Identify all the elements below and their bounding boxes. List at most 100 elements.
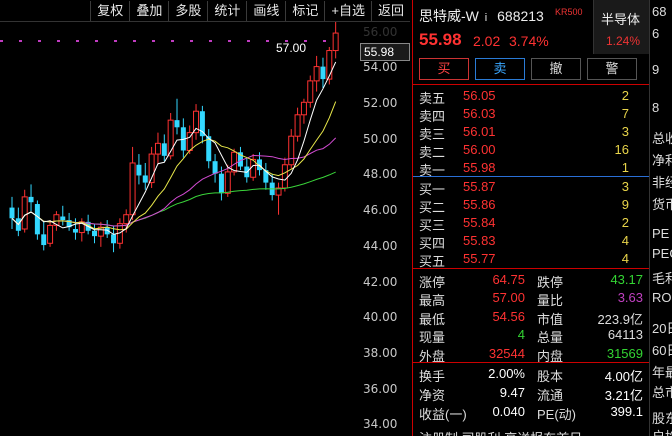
fundamental-cell: 净资 9.47 xyxy=(419,385,525,403)
stat-cell: 市值 223.9亿 xyxy=(537,311,643,327)
level-label: 买一 xyxy=(419,182,446,197)
kline-chart[interactable]: 56.00 54.00 52.00 50.00 48.00 46.00 44.00 42.00… xyxy=(0,22,410,436)
level-label: 买三 xyxy=(419,218,446,233)
toolbar-button-mark[interactable]: 标记 xyxy=(285,0,324,21)
fundamental-cell: 流通 3.21亿 xyxy=(537,388,643,403)
candle xyxy=(275,182,282,215)
side-strip-label: 非经 xyxy=(652,175,672,190)
price-tick-label: 44.00 xyxy=(363,238,398,253)
stat-cell: 最低 54.56 xyxy=(419,308,525,327)
toolbar-button-draw-line[interactable]: 画线 xyxy=(246,0,285,21)
level-price: 55.77 xyxy=(463,251,496,266)
level-price: 55.83 xyxy=(463,233,496,248)
candle xyxy=(142,162,148,190)
ask-row[interactable]: 卖四 56.03 7 xyxy=(419,106,645,124)
side-strip-label: 货币 xyxy=(652,197,672,212)
side-strip-label: PE xyxy=(652,226,670,241)
side-strip-label: 总收 xyxy=(652,131,672,146)
current-price-tag: 55.98 xyxy=(360,43,410,61)
level-volume: 4 xyxy=(621,251,629,266)
side-strip-label: 股东 xyxy=(652,411,672,426)
candle xyxy=(60,205,66,226)
candle xyxy=(193,104,200,140)
side-strip-label: 60日 xyxy=(652,343,672,358)
kline-canvas[interactable] xyxy=(0,22,360,436)
toolbar-button-fuquan[interactable]: 复权 xyxy=(90,0,129,21)
sector-name: 半导体 xyxy=(601,12,641,27)
sector-box[interactable]: 半导体 1.24% xyxy=(593,0,649,54)
last-price: 55.98 xyxy=(419,30,462,49)
price-tick-label: 42.00 xyxy=(363,274,398,289)
stat-cell: 外盘 32544 xyxy=(419,345,525,364)
price-alert-button[interactable]: 警 xyxy=(587,58,637,80)
bid-row[interactable]: 买五 55.77 4 xyxy=(419,251,645,269)
candle xyxy=(263,162,269,190)
level-price: 56.05 xyxy=(463,88,496,103)
ask-row[interactable]: 卖一 55.98 1 xyxy=(419,160,645,178)
level-volume: 2 xyxy=(621,215,629,230)
stock-title: 思特威-W i 688213 xyxy=(419,6,544,26)
candle xyxy=(129,146,136,221)
buy-button[interactable]: 买 xyxy=(419,58,469,80)
price-tick-label: 36.00 xyxy=(363,381,398,396)
ask-row[interactable]: 卖三 56.01 3 xyxy=(419,124,645,142)
candle xyxy=(231,148,238,176)
price-tick-label: 56.00 xyxy=(363,24,398,39)
candle xyxy=(34,200,40,240)
ask-row[interactable]: 卖五 56.05 2 xyxy=(419,88,645,106)
side-strip-label: ROE xyxy=(652,290,672,305)
stock-code: 688213 xyxy=(497,8,544,24)
candle xyxy=(313,55,320,92)
bid-row[interactable]: 买四 55.83 4 xyxy=(419,233,645,251)
candle xyxy=(174,98,180,135)
fundamental-cell: 收益(一) 0.040 xyxy=(419,404,525,422)
toolbar-button-back[interactable]: 返回 xyxy=(370,0,410,21)
divider xyxy=(413,362,649,363)
candle xyxy=(9,196,15,229)
fundamental-cell: 换手 2.00% xyxy=(419,366,525,384)
stat-cell: 总量 64113 xyxy=(537,327,643,346)
bid-row[interactable]: 买一 55.87 3 xyxy=(419,179,645,197)
toolbar-button-statistics[interactable]: 统计 xyxy=(207,0,246,21)
fundamental-cell: 股本 4.00亿 xyxy=(537,369,643,384)
stat-cell: 量比 3.63 xyxy=(537,290,643,309)
level-price: 55.86 xyxy=(463,197,496,212)
toolbar-button-overlay[interactable]: 叠加 xyxy=(129,0,168,21)
candle xyxy=(332,22,339,59)
price-tick-label: 38.00 xyxy=(363,345,398,360)
sector-change-pct: 1.24% xyxy=(606,34,641,48)
price-tick-label: 46.00 xyxy=(363,203,398,218)
sell-button[interactable]: 卖 xyxy=(475,58,525,80)
side-strip-label: 净利 xyxy=(652,153,672,168)
level-label: 卖四 xyxy=(419,109,446,124)
toolbar-button-add-watchlist[interactable]: +自选 xyxy=(324,0,371,21)
ma5-line xyxy=(11,61,337,235)
price-change-pct: 3.74% xyxy=(509,33,549,49)
level-price: 55.98 xyxy=(463,160,496,175)
side-strip-label: 毛利 xyxy=(652,271,672,286)
toolbar-button-multi-stock[interactable]: 多股 xyxy=(168,0,207,21)
candle xyxy=(97,221,104,247)
candle xyxy=(206,129,212,169)
bid-row[interactable]: 买二 55.86 9 xyxy=(419,197,645,215)
candle xyxy=(161,134,167,162)
info-icon[interactable]: i xyxy=(485,12,487,24)
stat-cell: 最高 57.00 xyxy=(419,290,525,309)
price-tick-label: 48.00 xyxy=(363,167,398,182)
candle xyxy=(104,220,110,238)
price-tick-label: 54.00 xyxy=(363,60,398,75)
bid-row[interactable]: 买三 55.84 2 xyxy=(419,215,645,233)
candle xyxy=(167,113,174,160)
divider xyxy=(413,176,649,177)
candle xyxy=(237,146,243,171)
level-label: 卖五 xyxy=(419,91,446,106)
level-price: 55.87 xyxy=(463,179,496,194)
candle xyxy=(41,221,47,251)
side-strip-label: 20日 xyxy=(652,321,672,336)
ask-row[interactable]: 卖二 56.00 16 xyxy=(419,142,645,160)
level-volume: 3 xyxy=(621,179,629,194)
side-strip-label: 年最 xyxy=(652,365,672,380)
stock-name[interactable]: 思特威-W xyxy=(419,8,479,24)
side-strip-label: PEG xyxy=(652,246,672,261)
cancel-order-button[interactable]: 撤 xyxy=(531,58,581,80)
